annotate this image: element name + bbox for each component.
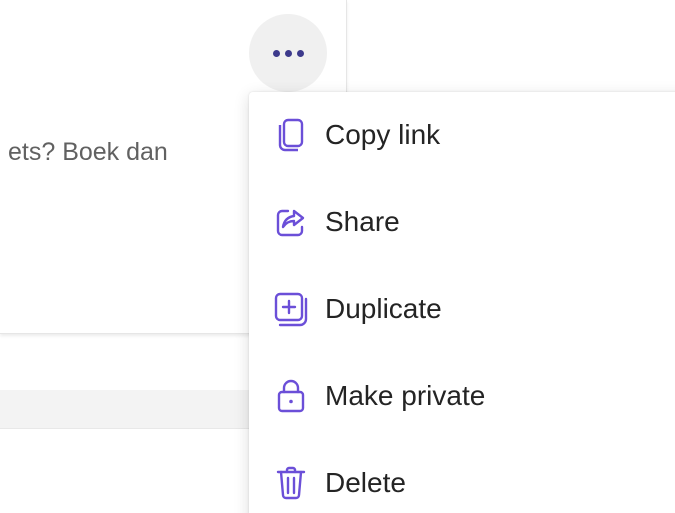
menu-item-label: Make private: [325, 380, 486, 411]
duplicate-icon: [273, 291, 309, 327]
menu-item-share[interactable]: Share: [249, 179, 675, 265]
menu-item-label: Delete: [325, 467, 406, 498]
card-text-snippet: ets? Boek dan: [8, 138, 168, 166]
lock-icon: [273, 378, 309, 414]
more-options-button[interactable]: [249, 14, 327, 92]
menu-item-label: Duplicate: [325, 293, 442, 324]
menu-item-duplicate[interactable]: Duplicate: [249, 266, 675, 352]
menu-item-label: Copy link: [325, 119, 441, 150]
share-icon: [273, 204, 309, 240]
context-menu: Copy link Share Duplicate Make private D…: [249, 92, 675, 513]
menu-item-copy-link[interactable]: Copy link: [249, 92, 675, 178]
menu-item-make-private[interactable]: Make private: [249, 353, 675, 439]
more-horizontal-icon: [272, 49, 304, 57]
trash-icon: [273, 465, 309, 501]
copy-icon: [273, 117, 309, 153]
menu-item-label: Share: [325, 206, 400, 237]
screen: ets? Boek dan Copy link Share Duplicate …: [0, 0, 675, 513]
menu-item-delete[interactable]: Delete: [249, 440, 675, 513]
